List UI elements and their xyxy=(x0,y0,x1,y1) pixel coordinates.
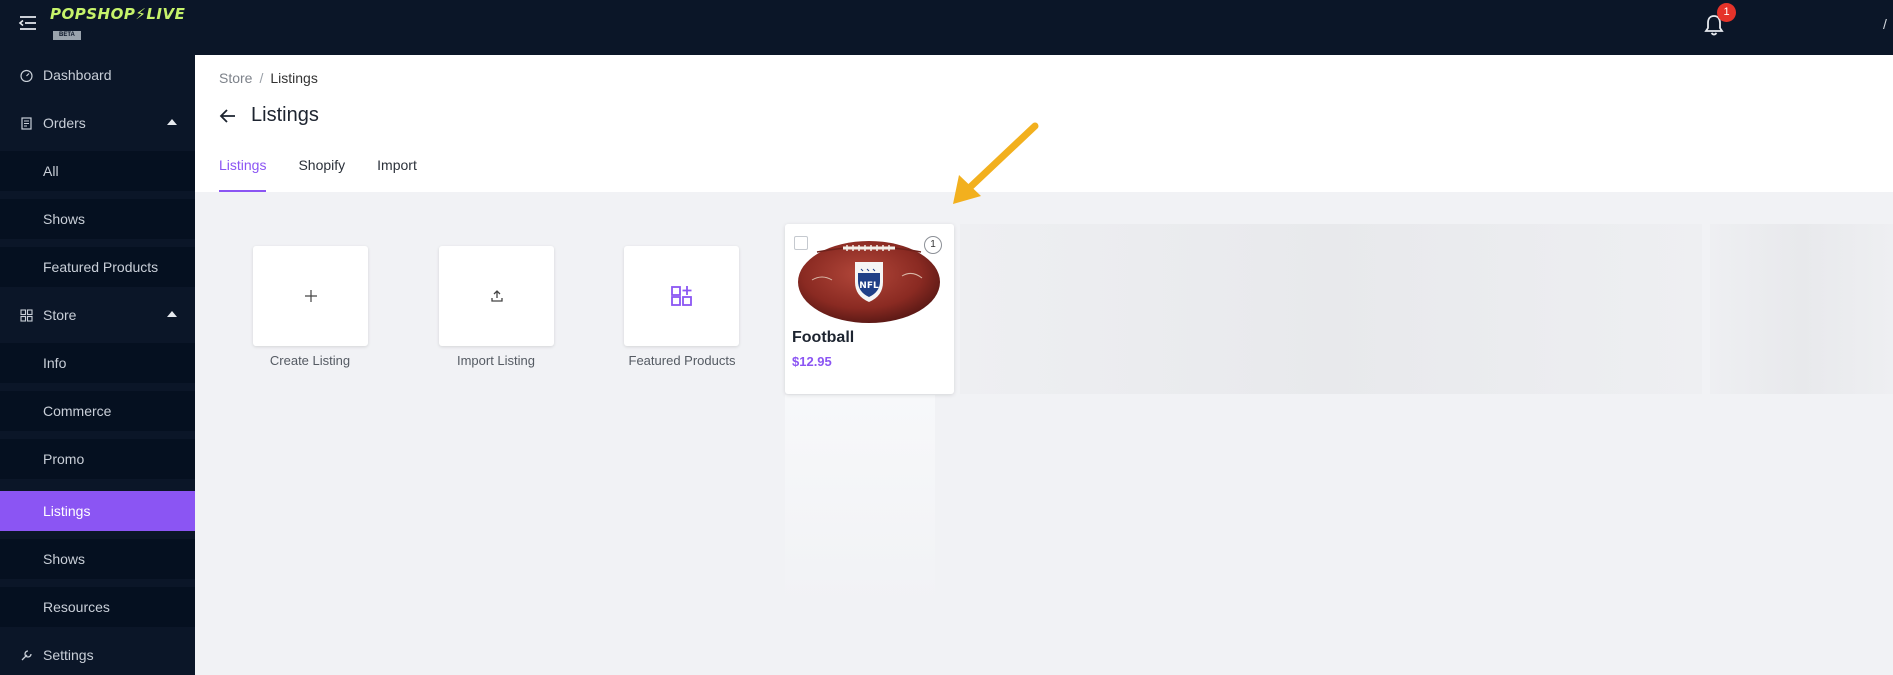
tab-listings[interactable]: Listings xyxy=(219,155,267,192)
chevron-up-icon xyxy=(167,311,177,317)
featured-products-label: Featured Products xyxy=(628,353,736,368)
sidebar-item-label: Promo xyxy=(43,451,85,467)
sidebar-item-label: Listings xyxy=(43,503,91,519)
page-title: Listings xyxy=(251,104,319,126)
sidebar-item-label: Shows xyxy=(43,211,86,227)
sidebar-item-dashboard[interactable]: Dashboard xyxy=(0,55,195,95)
listing-name: Football xyxy=(792,329,855,346)
sidebar-item-settings[interactable]: Settings xyxy=(0,635,195,675)
wrench-icon xyxy=(21,649,32,660)
chevron-up-icon xyxy=(167,119,177,125)
featured-products-button[interactable] xyxy=(624,246,739,346)
create-listing-button[interactable] xyxy=(253,246,368,346)
back-arrow-icon[interactable] xyxy=(219,108,237,124)
sidebar-item-orders[interactable]: Orders xyxy=(0,103,195,143)
svg-text:NFL: NFL xyxy=(859,281,879,291)
listing-card[interactable]: NFL 1 Football $12.95 xyxy=(785,224,954,394)
upload-icon xyxy=(490,290,503,302)
listing-skeleton-placeholder xyxy=(1710,224,1893,394)
listing-price: $12.95 xyxy=(792,354,832,369)
sidebar-item-label: Resources xyxy=(43,599,110,615)
grid-plus-icon xyxy=(670,286,692,306)
listing-quantity-badge: 1 xyxy=(924,236,942,254)
plus-icon xyxy=(304,290,317,302)
sidebar-item-resources[interactable]: Resources xyxy=(0,587,195,627)
sidebar-item-label: Settings xyxy=(43,647,94,663)
listing-skeleton-fade xyxy=(785,395,935,605)
beta-badge: BETA xyxy=(53,31,81,40)
sidebar-item-label: Featured Products xyxy=(43,259,159,275)
logo-text: POPSHOP⚡LIVE xyxy=(50,5,186,23)
sidebar: Dashboard Orders All Shows Featured Prod… xyxy=(0,55,195,675)
sidebar-item-store-shows[interactable]: Shows xyxy=(0,539,195,579)
create-listing-label: Create Listing xyxy=(269,353,351,368)
sidebar-item-label: Store xyxy=(43,307,77,323)
sidebar-item-commerce[interactable]: Commerce xyxy=(0,391,195,431)
user-menu-stub[interactable]: / xyxy=(1883,16,1887,32)
top-bar: POPSHOP⚡LIVE BETA 1 / xyxy=(0,0,1893,55)
breadcrumb-store-link[interactable]: Store xyxy=(219,70,252,86)
sidebar-item-label: Commerce xyxy=(43,403,112,419)
popshoplive-logo[interactable]: POPSHOP⚡LIVE BETA xyxy=(50,6,185,41)
breadcrumb: Store / Listings xyxy=(219,70,318,86)
orders-icon xyxy=(21,116,32,130)
sidebar-item-label: Dashboard xyxy=(43,67,112,83)
sidebar-item-orders-all[interactable]: All xyxy=(0,151,195,191)
sidebar-item-featured-products[interactable]: Featured Products xyxy=(0,247,195,287)
tab-bar: Listings Shopify Import xyxy=(219,155,449,192)
sidebar-item-label: Info xyxy=(43,355,67,371)
breadcrumb-current: Listings xyxy=(270,70,318,86)
nfl-football-image: NFL xyxy=(798,241,940,323)
tab-import[interactable]: Import xyxy=(377,155,417,192)
sidebar-item-store[interactable]: Store xyxy=(0,295,195,335)
sidebar-item-orders-shows[interactable]: Shows xyxy=(0,199,195,239)
menu-collapse-icon[interactable] xyxy=(18,13,38,33)
sidebar-item-label: Shows xyxy=(43,551,86,567)
store-grid-icon xyxy=(20,308,33,322)
notification-count-badge: 1 xyxy=(1717,3,1736,22)
sidebar-item-label: Orders xyxy=(43,115,86,131)
sidebar-item-promo[interactable]: Promo xyxy=(0,439,195,479)
sidebar-item-label: All xyxy=(43,163,59,179)
import-listing-button[interactable] xyxy=(439,246,554,346)
listing-skeleton-placeholder xyxy=(960,224,1702,394)
dashboard-icon xyxy=(20,69,33,82)
import-listing-label: Import Listing xyxy=(456,353,536,368)
sidebar-item-listings[interactable]: Listings xyxy=(0,491,195,531)
tab-shopify[interactable]: Shopify xyxy=(298,155,345,192)
breadcrumb-separator: / xyxy=(259,70,264,86)
annotation-arrow-icon xyxy=(953,122,1039,204)
sidebar-item-info[interactable]: Info xyxy=(0,343,195,383)
